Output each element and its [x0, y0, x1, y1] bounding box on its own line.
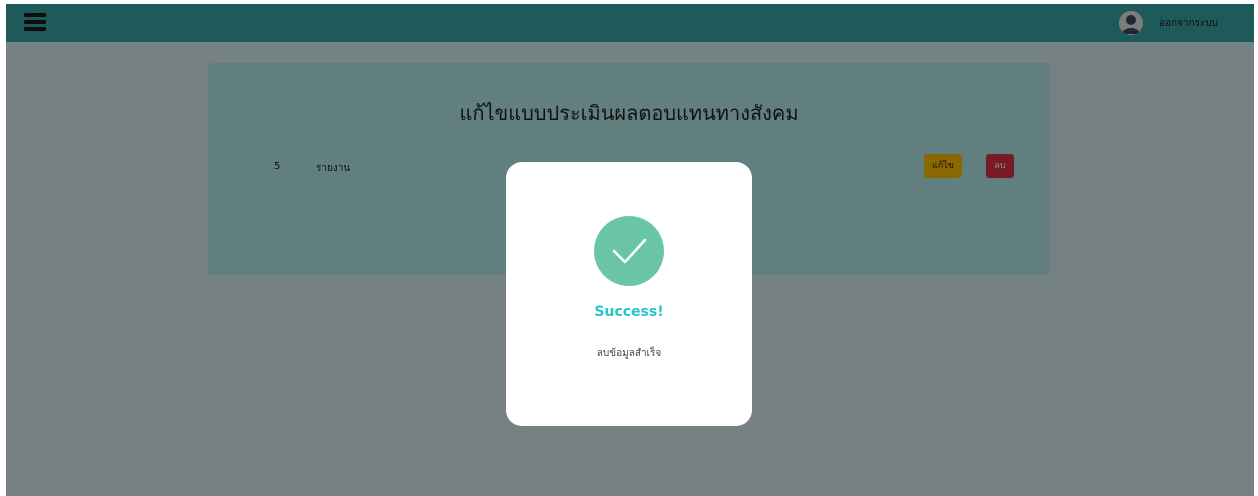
- success-modal: Success! ลบข้อมูลสำเร็จ: [506, 162, 752, 426]
- page: ออกจากระบบ แก้ไขแบบประเมินผลตอบแทนทางสัง…: [6, 4, 1254, 496]
- check-icon: [594, 216, 664, 286]
- success-title: Success!: [594, 304, 664, 320]
- success-message: ลบข้อมูลสำเร็จ: [596, 348, 662, 359]
